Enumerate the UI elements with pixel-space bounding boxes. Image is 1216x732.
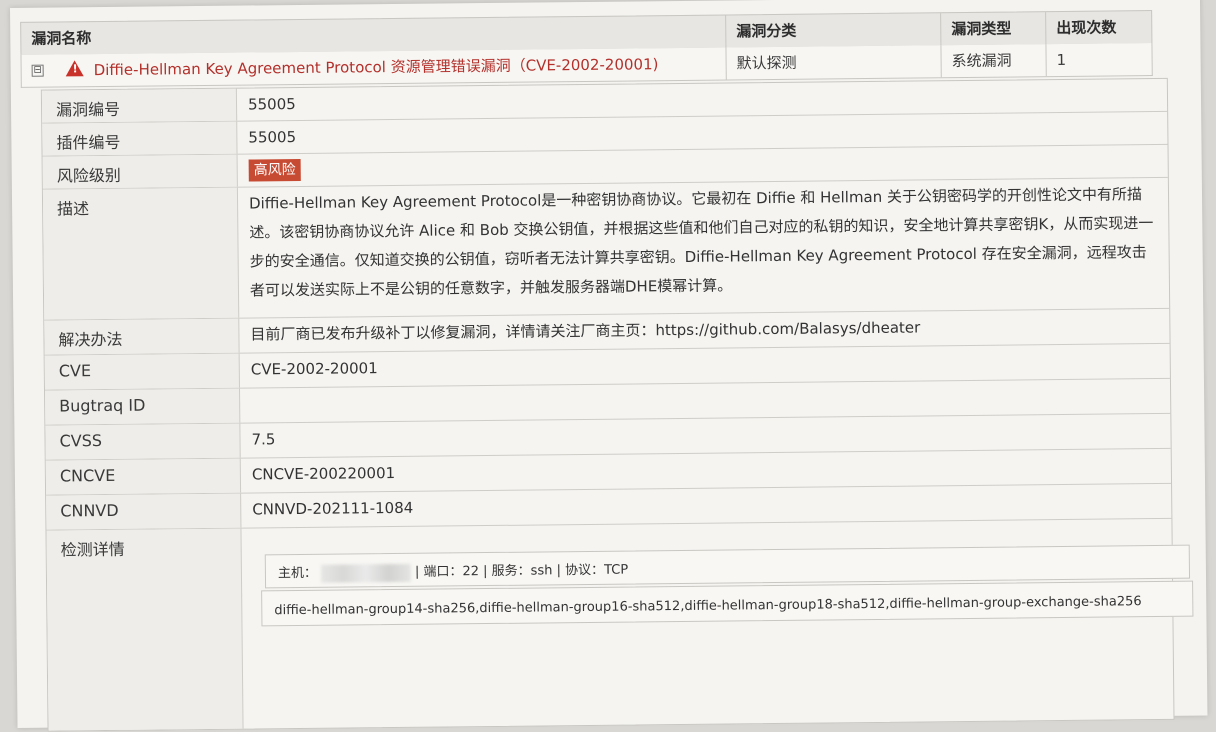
warning-triangle-icon: ! [65, 60, 84, 77]
risk-label: 风险级别 [42, 154, 238, 189]
risk-badge: 高风险 [248, 158, 301, 182]
desc-label: 描述 [42, 187, 240, 320]
vuln-name-cell: ⊟ ! Diffie-Hellman Key Agreement Protoco… [21, 47, 727, 87]
cve-label: CVE [44, 353, 240, 390]
detail-row-detection: 检测详情 主机： | 端口：22 | 服务：ssh | 协议：TCP diffie… [46, 519, 1194, 731]
report-page: 漏洞名称 漏洞分类 漏洞类型 出现次数 ⊟ ! Diffie-Hellman K… [10, 0, 1208, 732]
host-port-service: | 端口：22 | 服务：ssh | 协议：TCP [414, 562, 629, 580]
header-count: 出现次数 [1056, 18, 1117, 38]
vuln-id-label: 漏洞编号 [41, 88, 238, 123]
host-prefix: 主机： [277, 565, 318, 582]
solution-label: 解决办法 [44, 318, 240, 355]
header-vuln-category: 漏洞分类 [726, 13, 942, 48]
detail-row-description: 描述 Diffie-Hellman Key Agreement Protocol… [42, 177, 1170, 321]
plugin-id-label: 插件编号 [42, 121, 238, 156]
vuln-count: 1 [1056, 50, 1067, 70]
header-vuln-type: 漏洞类型 [941, 12, 1047, 46]
vuln-type: 系统漏洞 [941, 44, 1047, 78]
cncve-label: CNCVE [45, 458, 242, 495]
detect-label: 检测详情 [46, 528, 244, 731]
redacted-host [320, 563, 412, 583]
vuln-title[interactable]: Diffie-Hellman Key Agreement Protocol 资源… [93, 48, 659, 86]
desc-value: Diffie-Hellman Key Agreement Protocol是一种… [248, 185, 1154, 300]
vuln-category: 默认探测 [726, 45, 942, 80]
vuln-id-value: 55005 [247, 95, 296, 114]
collapse-toggle-icon[interactable]: ⊟ [31, 64, 44, 77]
bugtraq-label: Bugtraq ID [45, 388, 241, 425]
vuln-detail-panel: 漏洞编号 55005 插件编号 55005 风险级别 高风险 描述 Diffie… [40, 77, 1194, 732]
cvss-label: CVSS [45, 423, 241, 460]
cnnvd-label: CNNVD [46, 493, 242, 530]
